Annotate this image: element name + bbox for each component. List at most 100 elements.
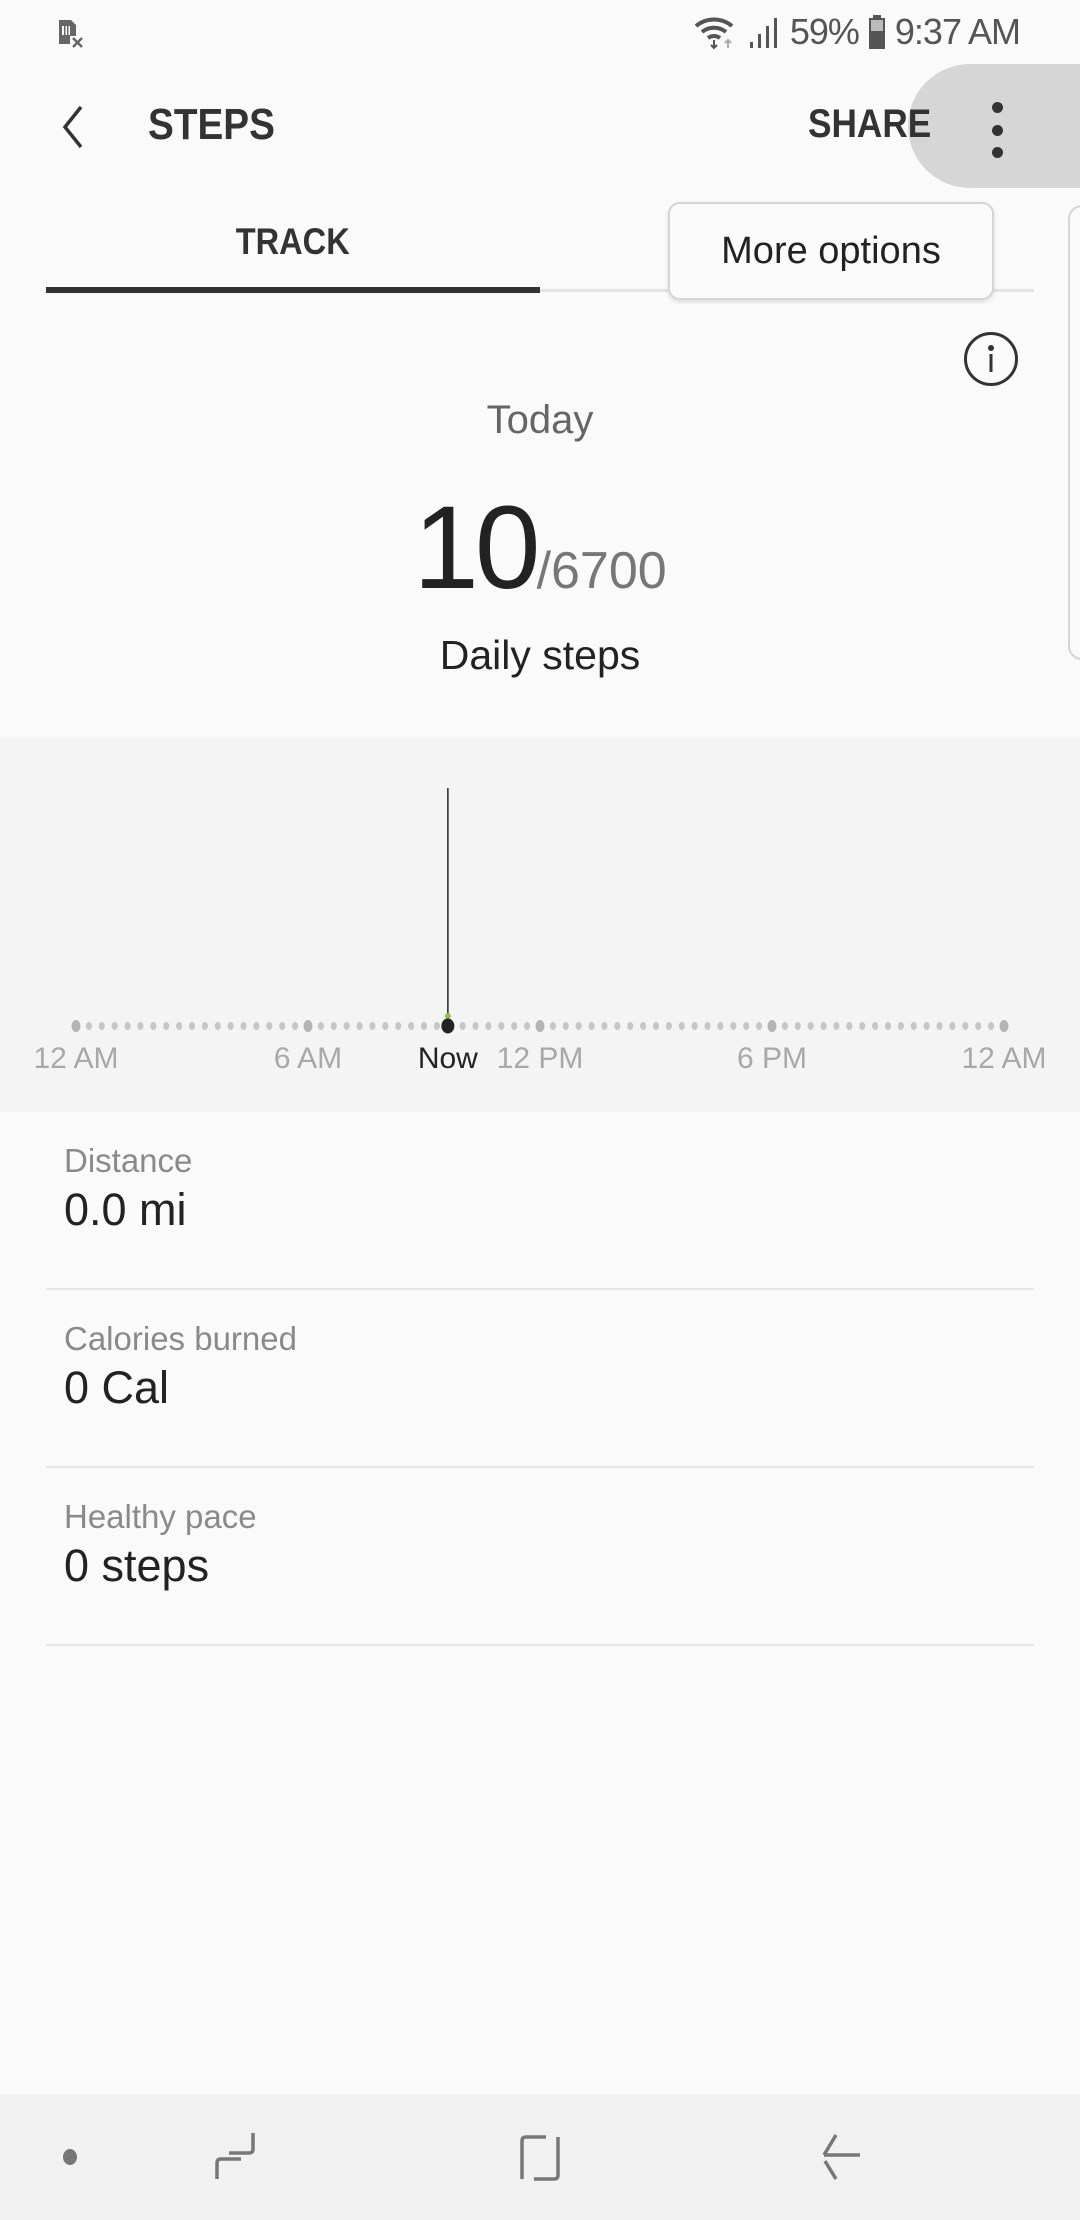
axis-minor-dot [356,1022,363,1030]
more-vertical-icon-dot [991,147,1003,158]
battery-percent: 59% [789,11,860,52]
axis-minor-dot [433,1022,440,1030]
axis-minor-dot [124,1022,131,1030]
axis-major-tick [535,1020,545,1032]
axis-major-tick [303,1020,313,1032]
axis-major-tick [767,1020,777,1032]
axis-minor-dot [240,1022,247,1030]
stat-value: 0 steps [64,1540,210,1591]
axis-minor-dot [923,1022,930,1030]
battery-icon [868,15,885,49]
home-icon [520,2135,560,2181]
axis-minor-dot [833,1022,840,1030]
more-options-tooltip: More options [668,202,994,300]
back-nav-button[interactable] [795,2094,885,2220]
axis-minor-dot [704,1022,711,1030]
tab-track[interactable]: TRACK [46,192,540,292]
axis-minor-dot [524,1022,531,1030]
tab-selected-indicator [46,287,540,293]
axis-minor-dot [266,1022,273,1030]
steps-timeline-chart[interactable]: 12 AM 6 AM Now 12 PM 6 PM 12 AM [0,738,1080,1112]
clock: 9:37 AM [894,11,1021,52]
axis-minor-dot [421,1022,427,1030]
period-label: Today [486,398,594,442]
steps-value: 10 [413,482,540,614]
dot-indicator-icon [63,2149,77,2165]
axis-minor-dot [395,1022,402,1030]
nav-dot-button[interactable] [40,2094,100,2220]
axis-minor-dot [459,1022,466,1030]
axis-minor-dot [665,1022,672,1030]
axis-minor-dot [640,1022,647,1030]
axis-minor-dot [936,1022,943,1030]
stat-label: Healthy pace [64,1498,257,1535]
axis-minor-dot [279,1022,286,1030]
axis-minor-dot [781,1022,788,1030]
navigation-bar [0,2094,1080,2220]
daily-steps-label: Daily steps [439,632,641,678]
axis-minor-dot [691,1022,698,1030]
stat-label: Calories burned [64,1320,297,1357]
steps-goal: /6700 [536,542,667,600]
stat-label: Distance [64,1142,193,1179]
axis-minor-dot [201,1022,208,1030]
axis-minor-dot [189,1022,195,1030]
axis-minor-dot [343,1022,350,1030]
axis-minor-dot [653,1022,659,1030]
axis-minor-dot [472,1022,479,1030]
axis-minor-dot [498,1022,505,1030]
axis-minor-dot [227,1022,234,1030]
stat-healthy-pace[interactable]: Healthy pace 0 steps [46,1468,1034,1646]
tick-label: 6 AM [273,1042,343,1075]
axis-minor-dot [369,1022,376,1030]
wifi-icon [694,17,734,50]
axis-minor-dot [511,1022,518,1030]
stat-distance[interactable]: Distance 0.0 mi [46,1112,1034,1290]
tick-label: 12 AM [33,1042,119,1075]
axis-minor-dot [962,1022,969,1030]
axis-minor-dot [910,1022,917,1030]
steps-data-point [444,1013,451,1019]
axis-minor-dot [794,1022,801,1030]
axis-minor-dot [562,1022,569,1030]
back-button[interactable] [42,94,102,160]
info-button[interactable] [964,332,1018,386]
axis-minor-dot [614,1022,621,1030]
more-vertical-icon-dot [991,102,1003,113]
recent-apps-icon [215,2133,255,2179]
sim-card-missing-icon [59,20,83,48]
axis-minor-dot [988,1022,995,1030]
tab-track-label: TRACK [236,221,350,262]
stat-calories[interactable]: Calories burned 0 Cal [46,1290,1034,1468]
axis-major-tick [999,1020,1009,1032]
tick-label: 12 PM [496,1042,584,1075]
axis-minor-dot [150,1022,157,1030]
axis-minor-dot [176,1022,183,1030]
home-button[interactable] [495,2094,585,2220]
axis-major-tick [71,1020,81,1032]
info-icon [988,345,994,372]
axis-minor-dot [678,1022,685,1030]
axis-minor-dot [717,1022,724,1030]
back-icon [822,2134,860,2180]
now-dot [441,1018,455,1034]
axis-minor-dot [330,1022,337,1030]
axis-minor-dot [588,1022,595,1030]
axis-minor-dot [575,1022,582,1030]
app-bar: STEPS SHARE [0,64,1080,192]
axis-minor-dot [292,1022,299,1030]
axis-minor-dot [975,1022,982,1030]
stat-value: 0.0 mi [64,1184,187,1235]
axis-minor-dot [98,1022,105,1030]
step-count: 10/6700 [0,480,1080,616]
signal-icon [749,18,777,48]
axis-minor-dot [485,1022,492,1030]
axis-minor-dot [949,1022,956,1030]
axis-minor-dot [317,1022,324,1030]
share-button[interactable]: SHARE [808,102,931,147]
page-title: STEPS [148,100,275,149]
recent-apps-button[interactable] [190,2094,280,2220]
more-options-button[interactable] [972,102,1022,158]
axis-minor-dot [756,1022,763,1030]
axis-minor-dot [846,1022,853,1030]
